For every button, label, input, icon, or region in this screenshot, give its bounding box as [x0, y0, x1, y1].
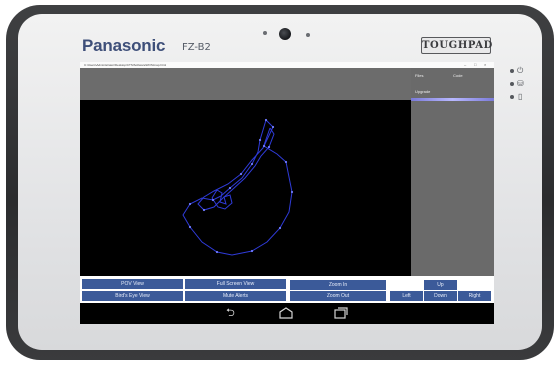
up-button[interactable]: Up	[424, 280, 457, 290]
brand-logo: Panasonic	[82, 36, 166, 55]
right-button[interactable]: Right	[458, 291, 491, 301]
map-path-canvas	[182, 118, 294, 256]
android-nav-bar: ⮌	[80, 303, 494, 324]
battery-icon: ▯	[518, 92, 523, 101]
sensor-dot	[263, 31, 267, 35]
back-icon[interactable]: ⮌	[226, 308, 235, 319]
birds-eye-view-button[interactable]: Bird's Eye View	[82, 291, 183, 301]
route-path	[182, 119, 293, 256]
zoom-out-button[interactable]: Zoom Out	[290, 291, 386, 301]
camera-icon	[279, 28, 291, 40]
battery-led	[510, 95, 514, 99]
control-bar: POV View Full Screen View Bird's Eye Vie…	[80, 276, 494, 303]
power-led	[510, 69, 514, 73]
top-panel	[80, 68, 411, 100]
map-viewport[interactable]	[80, 100, 411, 276]
route-path-inner	[197, 127, 275, 211]
side-panel: Files Code Upgrade	[411, 68, 494, 276]
storage-led	[510, 82, 514, 86]
menu-files[interactable]: Files	[415, 73, 423, 78]
panel-accent-bar	[411, 98, 494, 101]
home-icon[interactable]	[279, 307, 293, 322]
recents-icon[interactable]	[334, 307, 348, 322]
tablet-screen: C:\Users\Administrator\Desktop\CTS\Softw…	[80, 62, 494, 324]
menu-code[interactable]: Code	[453, 73, 463, 78]
full-screen-view-button[interactable]: Full Screen View	[185, 279, 286, 289]
model-label: FZ-B2	[182, 42, 211, 53]
left-button[interactable]: Left	[390, 291, 423, 301]
toughpad-logo: TOUGHPAD	[421, 37, 492, 54]
down-button[interactable]: Down	[424, 291, 457, 301]
light-sensor-dot	[306, 33, 310, 37]
route-waypoints	[188, 118, 294, 254]
zoom-in-button[interactable]: Zoom In	[290, 280, 386, 290]
menu-upgrade[interactable]: Upgrade	[415, 89, 430, 94]
power-icon: ⏻	[517, 66, 524, 75]
mute-alerts-button[interactable]: Mute Alerts	[185, 291, 286, 301]
storage-icon: ⛁	[517, 79, 524, 88]
pov-view-button[interactable]: POV View	[82, 279, 183, 289]
